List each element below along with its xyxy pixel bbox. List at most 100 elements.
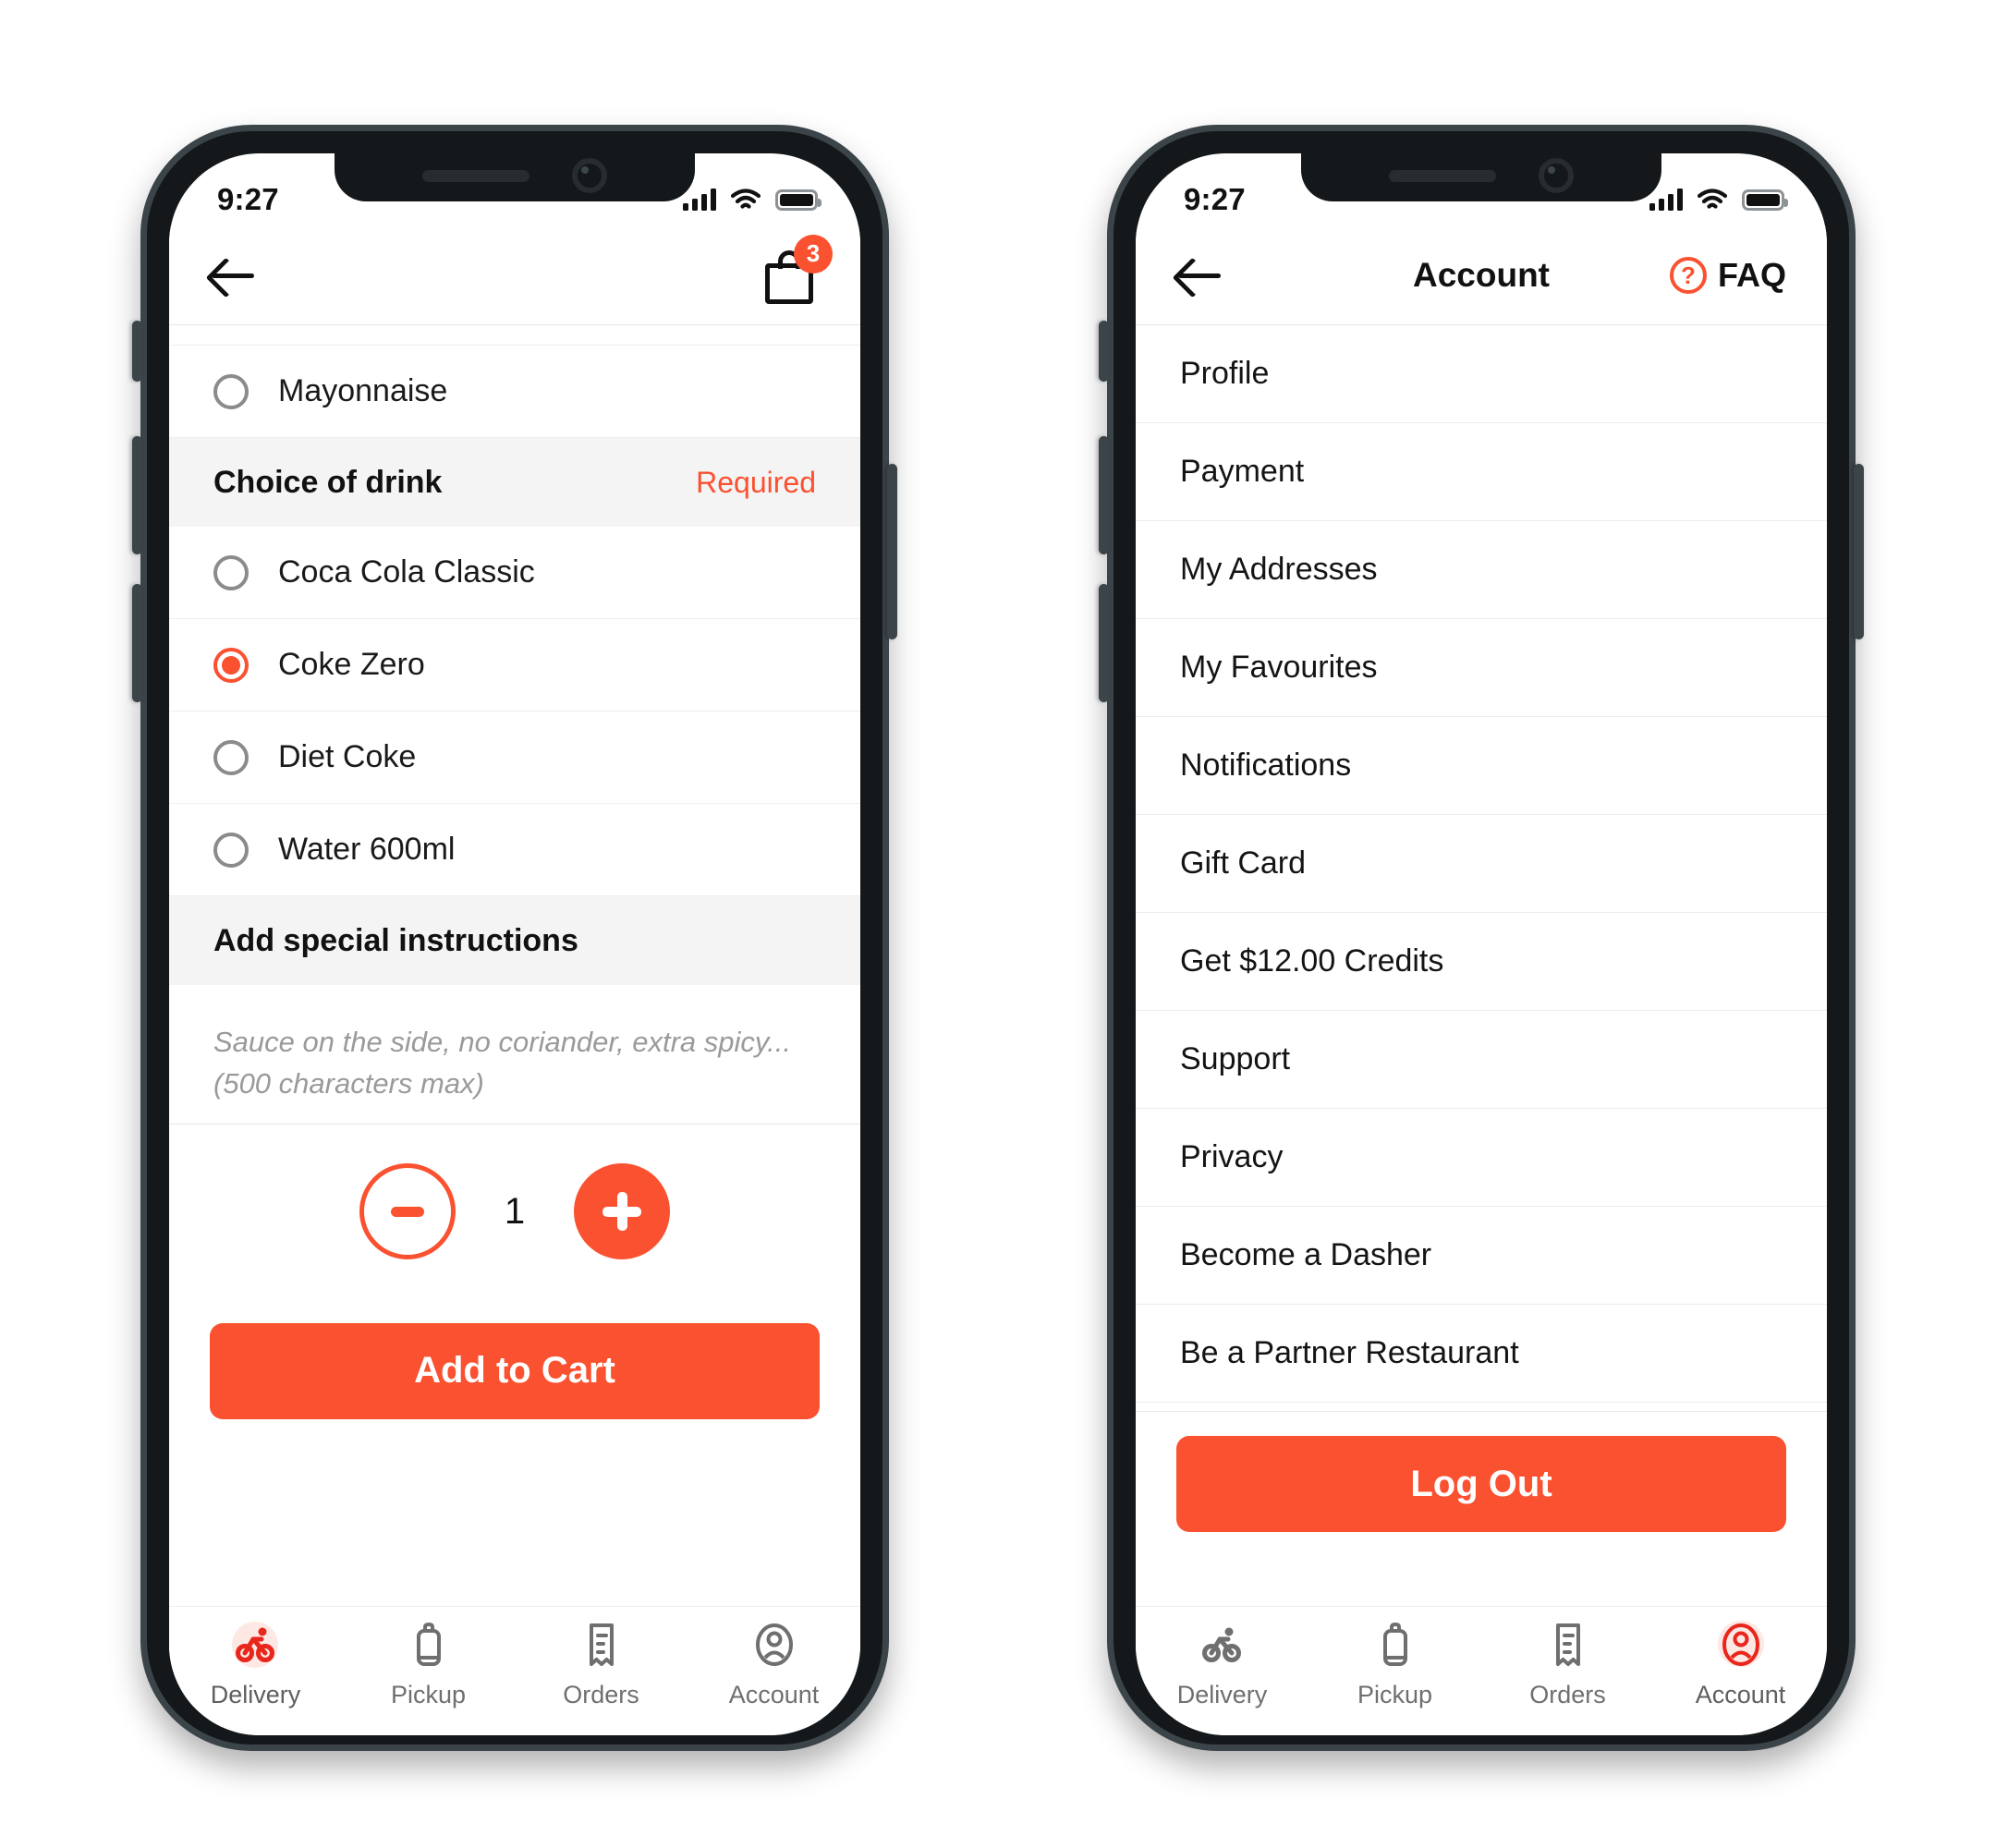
phone-device-left: 9:27 3 Mayonnaise Choice of drink Requir… (132, 125, 897, 1751)
menu-item-label: Be a Partner Restaurant (1180, 1335, 1519, 1370)
radio-icon-selected[interactable] (213, 647, 249, 683)
menu-item-privacy[interactable]: Privacy (1136, 1109, 1827, 1207)
menu-item-label: Become a Dasher (1180, 1237, 1432, 1272)
header-actions: 3 (762, 234, 833, 304)
plus-icon-v (616, 1192, 627, 1232)
volume-down-button[interactable] (1099, 584, 1109, 702)
increase-quantity-button[interactable] (574, 1163, 670, 1260)
menu-item-become-a-dasher[interactable]: Become a Dasher (1136, 1207, 1827, 1305)
volume-up-button[interactable] (132, 436, 142, 554)
tab-label: Account (1695, 1681, 1786, 1708)
faq-button[interactable]: ? FAQ (1669, 255, 1786, 295)
mute-switch[interactable] (1099, 321, 1109, 382)
add-to-cart-container: Add to Cart (169, 1298, 860, 1447)
menu-item-label: Privacy (1180, 1139, 1284, 1174)
tab-label: Orders (1529, 1681, 1606, 1708)
list-item-coke-zero[interactable]: Coke Zero (169, 619, 860, 711)
cyclist-icon (230, 1620, 282, 1672)
menu-item-my-favourites[interactable]: My Favourites (1136, 619, 1827, 717)
tab-orders[interactable]: Orders (1481, 1620, 1654, 1709)
wifi-icon (1698, 188, 1727, 209)
power-button[interactable] (887, 464, 897, 639)
tab-account[interactable]: Account (1654, 1620, 1827, 1709)
menu-item-label: Notifications (1180, 748, 1352, 783)
option-label: Mayonnaise (278, 373, 448, 408)
quantity-value: 1 (504, 1190, 526, 1232)
mute-switch[interactable] (132, 321, 142, 382)
app-header-left: 3 (169, 225, 860, 325)
option-label: Coca Cola Classic (278, 554, 535, 590)
signal-bars-icon (1649, 188, 1683, 211)
menu-item-notifications[interactable]: Notifications (1136, 717, 1827, 815)
header-actions: ? FAQ (1669, 255, 1786, 295)
radio-icon[interactable] (213, 554, 249, 590)
menu-item-label: Get $12.00 Credits (1180, 943, 1444, 979)
menu-item-label: Profile (1180, 356, 1270, 391)
special-instructions-input[interactable]: Sauce on the side, no coriander, extra s… (169, 985, 860, 1124)
bag-icon (1369, 1620, 1421, 1672)
tab-label: Delivery (1176, 1681, 1268, 1708)
list-item-clipped[interactable] (169, 325, 860, 346)
tab-delivery[interactable]: Delivery (169, 1620, 342, 1709)
minus-icon (391, 1206, 424, 1217)
tab-account[interactable]: Account (688, 1620, 860, 1709)
tab-label: Pickup (1357, 1681, 1433, 1708)
user-circle-icon (748, 1620, 800, 1672)
tab-pickup[interactable]: Pickup (342, 1620, 515, 1709)
user-circle-icon (1715, 1620, 1767, 1672)
menu-item-my-addresses[interactable]: My Addresses (1136, 521, 1827, 619)
list-item-diet-coke[interactable]: Diet Coke (169, 711, 860, 804)
bottom-tab-bar-right: Delivery Pickup Orders Account (1136, 1606, 1827, 1735)
status-icons (683, 188, 821, 211)
faq-label: FAQ (1717, 255, 1786, 294)
required-badge: Required (696, 465, 816, 499)
tab-delivery[interactable]: Delivery (1136, 1620, 1308, 1709)
log-out-container: Log Out (1136, 1412, 1827, 1560)
tab-pickup[interactable]: Pickup (1308, 1620, 1481, 1709)
list-item-mayonnaise[interactable]: Mayonnaise (169, 346, 860, 438)
list-item-coca-cola-classic[interactable]: Coca Cola Classic (169, 527, 860, 619)
bottom-tab-bar-left: Delivery Pickup Orders Account (169, 1606, 860, 1735)
product-options-scroll[interactable]: Mayonnaise Choice of drink Required Coca… (169, 325, 860, 1606)
option-label: Diet Coke (278, 739, 417, 774)
menu-item-be-a-partner-restaurant[interactable]: Be a Partner Restaurant (1136, 1305, 1827, 1403)
quantity-stepper: 1 (169, 1123, 860, 1299)
bag-icon (403, 1620, 455, 1672)
list-item-water-600ml[interactable]: Water 600ml (169, 804, 860, 896)
phone-screen-left: 9:27 3 Mayonnaise Choice of drink Requir… (169, 153, 860, 1735)
back-arrow-icon[interactable] (1176, 255, 1224, 296)
decrease-quantity-button[interactable] (359, 1163, 456, 1260)
back-arrow-icon[interactable] (210, 255, 258, 296)
menu-item-label: My Favourites (1180, 650, 1378, 685)
menu-item-get-credits[interactable]: Get $12.00 Credits (1136, 913, 1827, 1011)
radio-icon[interactable] (213, 373, 249, 409)
battery-full-icon (1742, 189, 1788, 211)
question-circle-icon: ? (1669, 256, 1707, 294)
radio-icon[interactable] (213, 739, 249, 775)
add-to-cart-button[interactable]: Add to Cart (210, 1322, 820, 1419)
power-button[interactable] (1854, 464, 1864, 639)
menu-item-gift-card[interactable]: Gift Card (1136, 815, 1827, 913)
status-bar-left: 9:27 (169, 153, 860, 225)
tab-orders[interactable]: Orders (515, 1620, 688, 1709)
section-title: Choice of drink (213, 464, 443, 500)
shopping-bag-icon[interactable]: 3 (762, 234, 833, 304)
tab-label: Account (728, 1681, 820, 1708)
log-out-button[interactable]: Log Out (1176, 1436, 1786, 1532)
status-icons (1649, 188, 1788, 211)
menu-item-label: Support (1180, 1041, 1291, 1076)
volume-up-button[interactable] (1099, 436, 1109, 554)
tab-label: Orders (563, 1681, 639, 1708)
section-header-choice-of-drink: Choice of drink Required (169, 438, 860, 527)
menu-item-support[interactable]: Support (1136, 1011, 1827, 1109)
option-label: Coke Zero (278, 647, 425, 682)
volume-down-button[interactable] (132, 584, 142, 702)
special-instructions-placeholder: Sauce on the side, no coriander, extra s… (213, 1026, 791, 1100)
app-header-right: Account ? FAQ (1136, 225, 1827, 325)
menu-item-payment[interactable]: Payment (1136, 423, 1827, 521)
menu-item-label: Gift Card (1180, 845, 1307, 881)
menu-item-profile[interactable]: Profile (1136, 325, 1827, 423)
radio-icon[interactable] (213, 832, 249, 868)
account-menu-scroll[interactable]: Profile Payment My Addresses My Favourit… (1136, 325, 1827, 1606)
receipt-icon (576, 1620, 627, 1672)
